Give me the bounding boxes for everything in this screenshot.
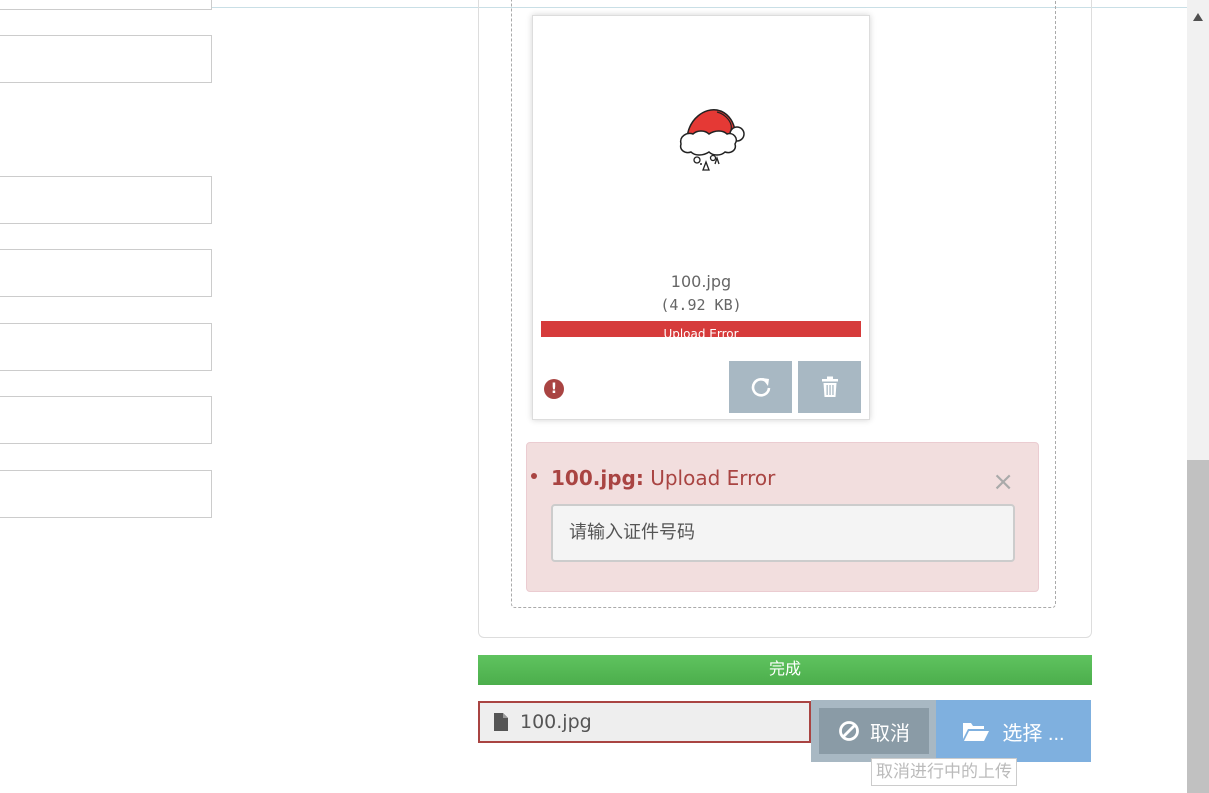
error-bullet (531, 473, 537, 479)
vertical-scrollbar[interactable] (1187, 0, 1209, 793)
delete-file-button[interactable] (798, 361, 861, 413)
cancel-upload-button[interactable]: 取消 (819, 708, 929, 754)
file-name: 100.jpg (670, 272, 732, 291)
cancel-tooltip: 取消进行中的上传 (871, 758, 1017, 786)
cancel-button-label: 取消 (870, 722, 910, 745)
scroll-up-arrow-icon[interactable] (1187, 6, 1209, 28)
cancel-button-wrapper: 取消 (811, 700, 936, 762)
form-input-7[interactable] (0, 470, 212, 518)
error-text: Upload Error (650, 466, 776, 490)
file-caption[interactable]: 100.jpg (478, 701, 811, 743)
ban-icon (839, 721, 859, 741)
form-input-4[interactable] (0, 249, 212, 297)
folder-open-icon (963, 723, 990, 741)
trash-icon (821, 376, 838, 397)
overall-progress-label: 完成 (768, 659, 801, 678)
error-file-name: 100.jpg: (551, 466, 644, 490)
upload-progress-bar: Upload Error (541, 321, 861, 337)
select-file-button[interactable]: 选择 ... (936, 700, 1091, 762)
caption-file-name: 100.jpg (520, 711, 592, 733)
error-message: 100.jpg: Upload Error (551, 466, 775, 490)
close-icon[interactable]: × (992, 469, 1014, 495)
form-input-5[interactable] (0, 323, 212, 371)
select-button-label: 选择 ... (1002, 722, 1065, 745)
santa-hat-icon (679, 109, 745, 171)
overall-progress-bar: 完成 (478, 655, 1092, 685)
id-number-input[interactable]: 请输入证件号码 (551, 504, 1015, 562)
upload-progress-label: Upload Error (663, 327, 739, 337)
form-input-1[interactable] (0, 0, 212, 10)
scrollbar-thumb[interactable] (1187, 460, 1209, 793)
exclamation-circle-icon: ! (544, 379, 564, 399)
upload-error-alert: 100.jpg: Upload Error × 请输入证件号码 (526, 442, 1039, 592)
form-input-2[interactable] (0, 35, 212, 83)
file-icon (494, 713, 508, 731)
file-size: (4.92 KB) (660, 296, 742, 314)
file-preview-thumbnail: 100.jpg (4.92 KB) Upload Error ! (532, 15, 870, 420)
form-input-6[interactable] (0, 396, 212, 444)
refresh-icon (751, 378, 770, 397)
retry-upload-button[interactable] (729, 361, 792, 413)
form-input-3[interactable] (0, 176, 212, 224)
